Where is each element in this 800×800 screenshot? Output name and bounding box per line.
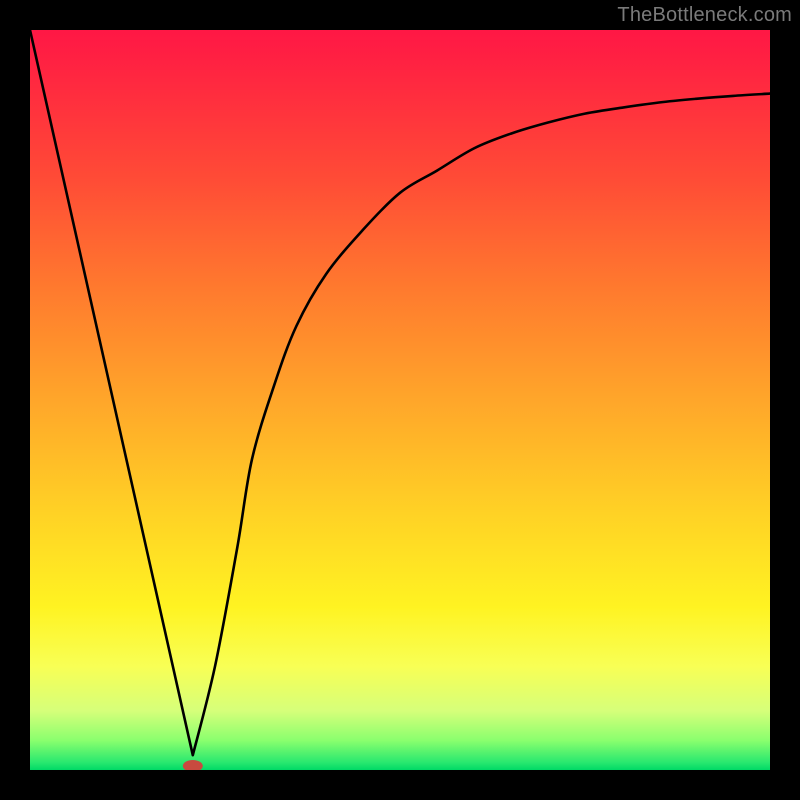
- chart-frame: TheBottleneck.com: [0, 0, 800, 800]
- min-marker: [183, 760, 203, 770]
- plot-area: [30, 30, 770, 770]
- curve-svg: [30, 30, 770, 770]
- bottleneck-curve-path: [30, 30, 770, 755]
- watermark-text: TheBottleneck.com: [617, 4, 792, 27]
